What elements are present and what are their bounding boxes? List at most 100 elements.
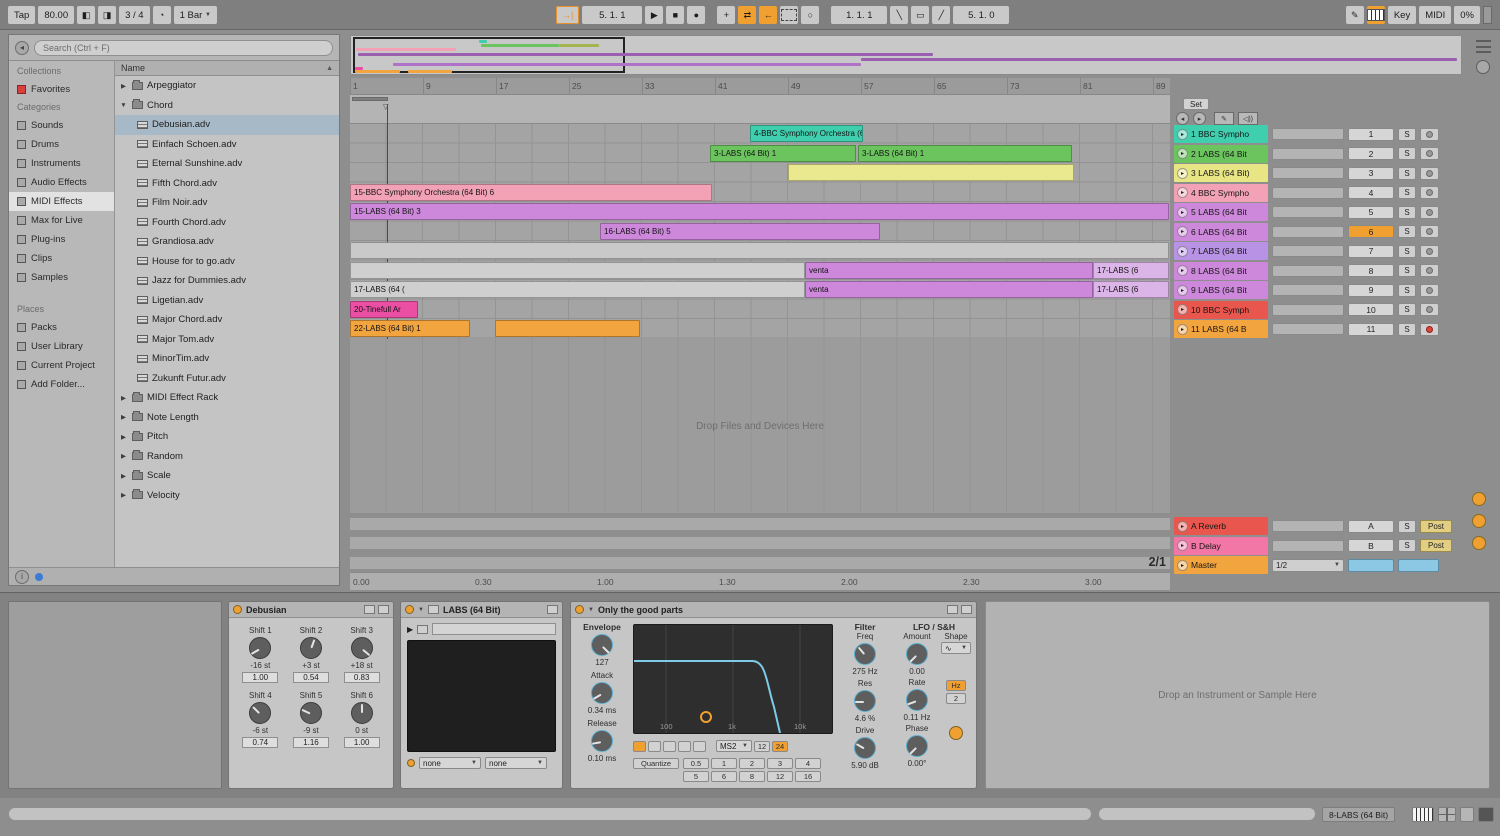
arrangement-position-field[interactable]: 5. 1. 1 (582, 6, 642, 24)
back-to-arrangement-button[interactable]: ⇄ (738, 6, 756, 24)
knob-amount-box[interactable]: 0.83 (344, 672, 380, 683)
amount-knob[interactable] (906, 643, 928, 665)
list-item[interactable]: Jazz for Dummies.adv (115, 271, 339, 291)
sidebar-item-user-library[interactable]: User Library (9, 337, 114, 356)
key-map-button[interactable]: Key (1388, 6, 1416, 24)
list-item[interactable]: Ligetian.adv (115, 291, 339, 311)
track-arm-button[interactable] (1420, 323, 1439, 336)
beat-button[interactable]: 12 (767, 771, 793, 782)
track-solo-button[interactable]: S (1398, 206, 1416, 219)
program-selector[interactable]: none▼ (485, 757, 547, 769)
master-volume-box[interactable] (1398, 559, 1439, 572)
master-lane[interactable] (350, 556, 1170, 570)
track-number-box[interactable]: 6 (1348, 225, 1394, 238)
track-number-box[interactable]: 7 (1348, 245, 1394, 258)
track-solo-button[interactable]: S (1398, 303, 1416, 316)
collapsed-arrow-icon[interactable]: ▶ (119, 452, 128, 460)
list-item[interactable]: Fourth Chord.adv (115, 213, 339, 233)
macro-knob[interactable] (300, 702, 322, 724)
track-solo-button[interactable]: S (1398, 245, 1416, 258)
sidebar-item-midi-effects[interactable]: MIDI Effects (9, 192, 114, 211)
return-track-name[interactable]: ▸A Reverb (1174, 517, 1268, 535)
track-activator-icon[interactable]: ▸ (1177, 207, 1188, 218)
return-lane-b[interactable] (350, 536, 1170, 550)
plugin-display[interactable] (407, 640, 556, 752)
beat-button[interactable]: 1 (711, 758, 737, 769)
return-post-toggle[interactable]: Post (1420, 520, 1452, 533)
master-output-selector[interactable]: 1/2▼ (1272, 559, 1344, 572)
arrangement-clip[interactable]: 15-BBC Symphony Orchestra (64 Bit) 6 (350, 184, 712, 201)
expanded-arrow-icon[interactable]: ▼ (119, 102, 128, 109)
slope-24-button[interactable]: 24 (772, 741, 788, 752)
track-activator-icon[interactable]: ▸ (1177, 226, 1188, 237)
track-activator-icon[interactable]: ▸ (1177, 304, 1188, 315)
arrangement-overview[interactable] (350, 35, 1462, 75)
set-locator-button[interactable]: Set (1183, 98, 1209, 110)
track-name[interactable]: ▸9 LABS (64 Bit (1174, 281, 1268, 299)
cue-volume-box[interactable] (1348, 559, 1394, 572)
macro-knob-cell[interactable]: Shift 1-16 st1.00 (235, 626, 286, 683)
return-badge[interactable]: A (1348, 520, 1394, 533)
list-item[interactable]: ▶Pitch (115, 427, 339, 447)
return-solo-button[interactable]: S (1398, 539, 1416, 552)
device-labs-plugin[interactable]: ▼ LABS (64 Bit) ▶ none▼ none▼ (400, 601, 563, 789)
list-item[interactable]: ▶Note Length (115, 408, 339, 428)
knob-amount-box[interactable]: 1.00 (344, 737, 380, 748)
notch-filter-icon[interactable] (678, 741, 691, 752)
show-crossfade-button[interactable] (1472, 536, 1486, 550)
io-toggle-icon[interactable] (1476, 60, 1490, 74)
loop-button[interactable]: ○ (801, 6, 819, 24)
arrangement-clip[interactable]: 4-BBC Symphony Orchestra (64 Bit) (750, 125, 863, 142)
bank-selector[interactable]: none▼ (419, 757, 481, 769)
track-arm-button[interactable] (1420, 186, 1439, 199)
track-arm-button[interactable] (1420, 264, 1439, 277)
plugin-play-icon[interactable]: ▶ (407, 625, 413, 634)
list-item[interactable]: Grandiosa.adv (115, 232, 339, 252)
sidebar-item-favorites[interactable]: Favorites (9, 80, 114, 99)
list-item[interactable]: ▶MIDI Effect Rack (115, 388, 339, 408)
loop-start-field[interactable]: 1. 1. 1 (831, 6, 887, 24)
search-input[interactable] (34, 40, 333, 56)
macro-knob[interactable] (249, 637, 271, 659)
master-track-name[interactable]: ▸Master (1174, 556, 1268, 574)
track-name[interactable]: ▸10 BBC Symph (1174, 301, 1268, 319)
detail-view-toggle[interactable] (1460, 807, 1474, 822)
computer-midi-keyboard-button[interactable] (1367, 6, 1385, 24)
macro-knob-cell[interactable]: Shift 60 st1.00 (336, 691, 387, 748)
browser-info-button[interactable]: i (15, 570, 29, 584)
arrangement-clip[interactable]: 3-LABS (64 Bit) 1 (858, 145, 1072, 162)
phase-knob[interactable] (906, 735, 928, 757)
arrangement-clip[interactable] (350, 242, 1169, 259)
arrangement-clip[interactable]: 15-LABS (64 Bit) 3 (350, 203, 1169, 220)
track-header[interactable]: ▸7 LABS (64 Bit 7 S (1174, 242, 1439, 260)
list-item[interactable]: ▶Random (115, 447, 339, 467)
arrangement-clip[interactable] (788, 164, 1074, 181)
track-solo-button[interactable]: S (1398, 167, 1416, 180)
macro-knob[interactable] (249, 702, 271, 724)
slope-12-button[interactable]: 12 (754, 741, 770, 752)
sidebar-item-samples[interactable]: Samples (9, 268, 114, 287)
hot-swap-icon[interactable] (364, 605, 375, 614)
track-name[interactable]: ▸3 LABS (64 Bit) (1174, 164, 1268, 182)
record-button[interactable]: ● (687, 6, 705, 24)
track-number-box[interactable]: 2 (1348, 147, 1394, 160)
unfold-device-icon[interactable]: ▼ (588, 607, 594, 613)
device-header[interactable]: ▼ Only the good parts (571, 602, 976, 618)
arrangement-clip[interactable]: 17-LABS (6 (1093, 281, 1169, 298)
rate-knob[interactable] (906, 689, 928, 711)
attack-knob[interactable] (591, 682, 613, 704)
quantize-button[interactable]: Quantize (633, 758, 679, 769)
macro-knob-cell[interactable]: Shift 3+18 st0.83 (336, 626, 387, 683)
tempo-field[interactable]: 80.00 (38, 6, 74, 24)
arrangement-clip[interactable] (350, 262, 805, 279)
track-header[interactable]: ▸9 LABS (64 Bit 9 S (1174, 281, 1439, 299)
list-item[interactable]: ▶Velocity (115, 486, 339, 506)
list-item[interactable]: ▼Chord (115, 96, 339, 116)
return-badge[interactable]: B (1348, 539, 1394, 552)
device-activator-icon[interactable] (233, 605, 242, 614)
list-item[interactable]: MinorTim.adv (115, 349, 339, 369)
return-solo-button[interactable]: S (1398, 520, 1416, 533)
list-item[interactable]: Major Tom.adv (115, 330, 339, 350)
list-item[interactable]: Film Noir.adv (115, 193, 339, 213)
knob-amount-box[interactable]: 0.74 (242, 737, 278, 748)
